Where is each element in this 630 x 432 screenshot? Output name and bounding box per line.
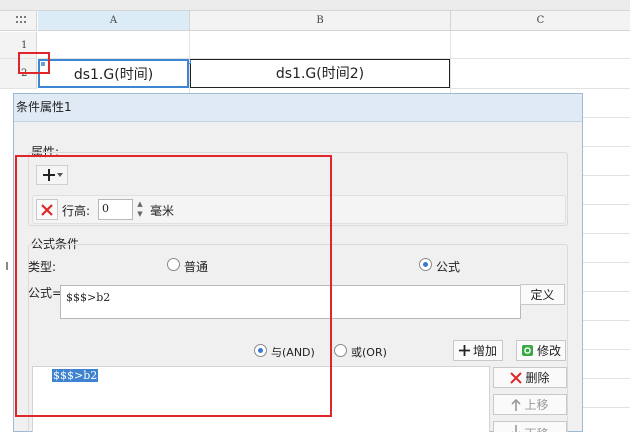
modify-condition-label: 修改: [536, 344, 561, 358]
logic-and-radio[interactable]: [254, 344, 267, 357]
delete-condition-button[interactable]: 删除: [493, 367, 567, 388]
type-formula-radio[interactable]: [419, 258, 432, 271]
grid-line: [583, 233, 630, 234]
row-header-2[interactable]: 2: [0, 59, 37, 89]
row-height-spinner[interactable]: ▲ ▼: [134, 199, 146, 220]
add-condition-button[interactable]: 增加: [453, 340, 503, 361]
cell-b2[interactable]: ds1.G(时间2): [190, 59, 450, 88]
grid-line: [450, 88, 630, 89]
row-number: 2: [21, 68, 28, 79]
define-button[interactable]: 定义: [520, 284, 565, 305]
grid-line: [583, 320, 630, 321]
column-header-a[interactable]: A: [38, 11, 190, 31]
logic-and-label: 与(AND): [271, 346, 315, 359]
grid-line: [583, 262, 630, 263]
formula-label: 公式=: [28, 286, 63, 300]
condition-marker-icon: [41, 62, 45, 66]
row-height-input[interactable]: 0: [98, 199, 133, 220]
add-property-button[interactable]: [36, 165, 68, 185]
spin-up-icon[interactable]: ▲: [134, 199, 146, 209]
type-normal-label: 普通: [184, 260, 209, 274]
splitter-handle-icon[interactable]: [6, 262, 8, 270]
dialog-title: 条件属性1: [14, 94, 582, 122]
grid-line: [583, 117, 630, 118]
top-toolbar-strip: [0, 0, 630, 11]
delete-property-button[interactable]: [36, 199, 58, 220]
delete-condition-label: 删除: [525, 371, 550, 385]
row-height-label: 行高:: [62, 204, 91, 218]
grid-line: [583, 146, 630, 147]
grid-line: [583, 204, 630, 205]
type-normal-radio[interactable]: [167, 258, 180, 271]
move-down-button[interactable]: 下移: [493, 421, 567, 432]
edit-gear-icon: [521, 345, 533, 356]
formula-input[interactable]: $$$>b2: [60, 285, 521, 319]
grid-line: [583, 407, 630, 408]
add-condition-label: 增加: [472, 344, 497, 358]
logic-or-radio[interactable]: [334, 344, 347, 357]
red-x-icon: [510, 371, 523, 384]
column-header-b[interactable]: B: [190, 11, 451, 31]
select-all-corner[interactable]: [0, 11, 37, 31]
move-up-button[interactable]: 上移: [493, 394, 567, 415]
modify-condition-button[interactable]: 修改: [516, 340, 566, 361]
column-header-c[interactable]: C: [451, 11, 630, 31]
grid-line: [583, 175, 630, 176]
condition-list-item[interactable]: $$$>b2: [52, 369, 99, 382]
move-down-label: 下移: [524, 425, 548, 432]
grid-line: [583, 378, 630, 379]
arrow-down-icon: [512, 425, 521, 432]
expand-marker-icon: [187, 60, 191, 64]
condition-attribute-dialog: 条件属性1 属性: 行高: 0 ▲ ▼ 毫米 公式条件 类型: 普通 公式 公式=…: [13, 93, 583, 432]
row-header-1[interactable]: 1: [0, 32, 37, 59]
arrow-up-icon: [511, 398, 522, 411]
cell-a2[interactable]: ds1.G(时间): [38, 59, 189, 88]
unit-label: 毫米: [150, 204, 175, 218]
plus-dropdown-icon: [42, 168, 63, 182]
move-up-label: 上移: [524, 398, 549, 412]
grid-line: [583, 349, 630, 350]
grid-line: [450, 31, 451, 93]
grid-line: [583, 291, 630, 292]
red-x-icon: [41, 203, 53, 216]
grid-icon: [16, 16, 27, 25]
row-number: 1: [21, 40, 28, 51]
logic-or-label: 或(OR): [351, 346, 387, 359]
type-label: 类型:: [28, 260, 57, 274]
spin-down-icon[interactable]: ▼: [134, 209, 146, 219]
type-formula-label: 公式: [436, 260, 461, 274]
plus-icon: [458, 345, 470, 356]
condition-list[interactable]: $$$>b2: [32, 366, 490, 432]
